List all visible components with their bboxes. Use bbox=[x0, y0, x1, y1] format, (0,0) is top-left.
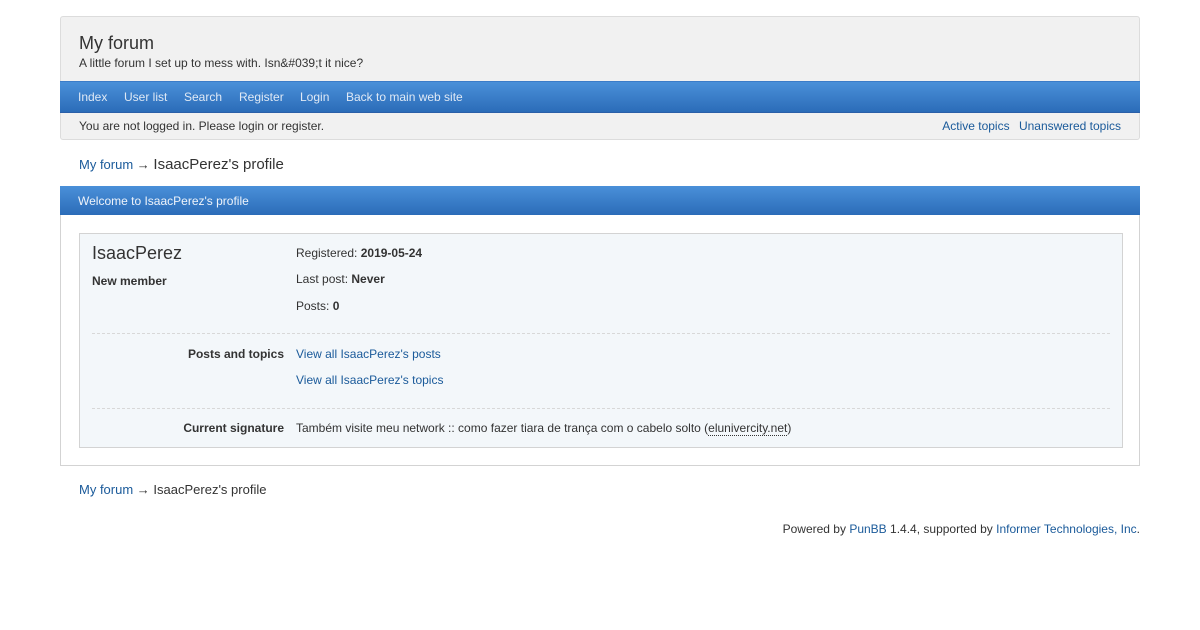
status-links: Active topics Unanswered topics bbox=[936, 119, 1121, 133]
posts-value: 0 bbox=[332, 299, 340, 313]
forum-header: My forum A little forum I set up to mess… bbox=[60, 16, 1140, 140]
breadcrumb-current: IsaacPerez's profile bbox=[153, 156, 284, 173]
breadcrumb: My forum → IsaacPerez's profile bbox=[79, 156, 284, 173]
profile-heading: Welcome to IsaacPerez's profile bbox=[60, 186, 1140, 215]
breadcrumb-arrow: → bbox=[136, 482, 150, 497]
section-divider bbox=[92, 333, 1110, 334]
last-post-label: Last post: bbox=[296, 272, 349, 286]
signature-link[interactable]: elunivercity.net bbox=[708, 421, 788, 436]
profile-box: IsaacPerez New member Registered: 2019-0… bbox=[79, 233, 1123, 448]
unanswered-topics-link[interactable]: Unanswered topics bbox=[1019, 119, 1121, 133]
informer-link[interactable]: Informer Technologies, Inc bbox=[996, 522, 1137, 536]
last-post-stat: Last post: Never bbox=[296, 272, 385, 286]
footer: Powered by PunBB 1.4.4, supported by Inf… bbox=[783, 522, 1140, 536]
view-posts-link[interactable]: View all IsaacPerez's posts bbox=[296, 347, 441, 361]
registered-value: 2019-05-24 bbox=[360, 246, 423, 260]
posts-label: Posts: bbox=[296, 299, 330, 313]
profile-block: Welcome to IsaacPerez's profile IsaacPer… bbox=[60, 186, 1140, 466]
active-topics-link[interactable]: Active topics bbox=[942, 119, 1009, 133]
powered-by-text: Powered by bbox=[782, 522, 846, 536]
signature-end: ) bbox=[787, 421, 792, 435]
registered-stat: Registered: 2019-05-24 bbox=[296, 246, 422, 260]
profile-username: IsaacPerez bbox=[92, 243, 183, 263]
breadcrumb-root-link[interactable]: My forum bbox=[79, 157, 133, 172]
breadcrumb-root-link[interactable]: My forum bbox=[79, 482, 133, 497]
section-divider bbox=[92, 408, 1110, 409]
login-status: You are not logged in. Please login or r… bbox=[79, 119, 325, 133]
registered-label: Registered: bbox=[296, 246, 358, 260]
footer-period: . bbox=[1136, 522, 1140, 536]
nav-register[interactable]: Register bbox=[239, 90, 284, 104]
board-description: A little forum I set up to mess with. Is… bbox=[79, 56, 364, 70]
posts-topics-label: Posts and topics bbox=[187, 347, 284, 361]
last-post-value: Never bbox=[351, 272, 385, 286]
nav-user-list[interactable]: User list bbox=[124, 90, 167, 104]
breadcrumb-arrow: → bbox=[136, 157, 150, 172]
version-text: 1.4.4, supported by bbox=[890, 522, 993, 536]
nav-index[interactable]: Index bbox=[78, 90, 107, 104]
breadcrumb-current: IsaacPerez's profile bbox=[153, 482, 267, 497]
nav-search[interactable]: Search bbox=[184, 90, 222, 104]
nav-back-to-main-site[interactable]: Back to main web site bbox=[346, 90, 463, 104]
signature-label: Current signature bbox=[183, 421, 284, 435]
punbb-link[interactable]: PunBB bbox=[849, 522, 886, 536]
signature: Também visite meu network :: como fazer … bbox=[296, 421, 792, 436]
view-topics-link[interactable]: View all IsaacPerez's topics bbox=[296, 373, 443, 387]
nav-login[interactable]: Login bbox=[300, 90, 329, 104]
posts-stat: Posts: 0 bbox=[296, 299, 339, 313]
breadcrumb-bottom: My forum → IsaacPerez's profile bbox=[79, 482, 266, 497]
main-nav: Index User list Search Register Login Ba… bbox=[60, 81, 1140, 113]
board-title: My forum bbox=[79, 33, 155, 53]
profile-user-title: New member bbox=[92, 274, 167, 288]
signature-text: Também visite meu network :: como fazer … bbox=[296, 421, 709, 435]
